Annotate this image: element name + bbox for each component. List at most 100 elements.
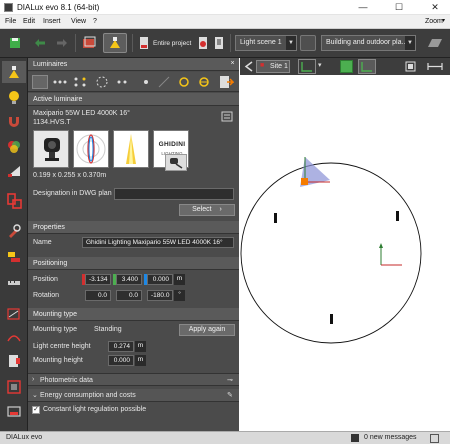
replace-luminaire-icon[interactable] (218, 75, 235, 89)
menu-view[interactable]: View (71, 18, 86, 25)
zoom-label[interactable]: Zoom (425, 18, 443, 25)
light-centre-height-input[interactable]: 0.274 (108, 341, 134, 352)
redo-icon[interactable] (53, 33, 71, 53)
ceiling-point-icon[interactable] (138, 75, 154, 89)
rotate-icon[interactable] (176, 75, 192, 89)
photometric-section[interactable]: › Photometric data ⊸ (28, 373, 239, 386)
maximize-button[interactable]: ☐ (389, 1, 409, 13)
3d-view-icon[interactable] (340, 60, 353, 73)
rotation-x-input[interactable]: 0.0 (85, 290, 111, 301)
top-view-icon[interactable] (358, 59, 376, 74)
light-view-icon[interactable] (103, 33, 127, 53)
chevron-down-icon[interactable]: ▾ (318, 61, 328, 72)
light-distribution-icon (113, 130, 149, 168)
documentation-icon[interactable] (2, 350, 26, 372)
toolbar-separator (230, 34, 231, 52)
measure-view-icon[interactable] (426, 60, 444, 73)
status-bar: DIALux evo 0 new messages (0, 431, 450, 444)
designation-input[interactable] (114, 188, 234, 200)
chevron-down-icon: ⌄ (32, 392, 38, 399)
luminaire-info-icon[interactable] (221, 111, 233, 122)
entire-project-label[interactable]: Entire project (153, 40, 191, 47)
ground-plan-view-icon[interactable] (298, 59, 316, 74)
point-arrangement-icon[interactable] (114, 75, 130, 89)
measure-icon[interactable] (2, 272, 26, 294)
brand-logo-text: GHIDINI (158, 141, 186, 148)
centre-height-unit: m (135, 341, 146, 352)
calculation-objects-icon[interactable] (2, 303, 26, 325)
polar-diagram-icon (73, 130, 109, 168)
circle-arrangement-icon[interactable] (94, 75, 110, 89)
calculate-icon[interactable] (137, 33, 151, 53)
light-scene-select[interactable]: Light scene 1 ▼ (235, 35, 297, 51)
select-button[interactable]: Select › (179, 204, 235, 216)
lamp-icon[interactable] (2, 86, 26, 108)
export-icon[interactable] (2, 401, 26, 423)
luminaire-tool-icon[interactable] (2, 61, 26, 83)
pin-icon[interactable]: ✎ (227, 391, 233, 399)
chevron-down-icon[interactable]: ▾ (442, 17, 445, 24)
rotation-y-input[interactable]: 0.0 (116, 290, 142, 301)
stop-calculation-icon[interactable] (196, 33, 210, 53)
rotation-z-input[interactable]: -180.0 (147, 290, 173, 301)
properties-header: Properties (28, 221, 239, 234)
building-select[interactable]: Building and outdoor pla... ▼ (321, 35, 416, 51)
floor-plan-icon[interactable] (425, 33, 445, 53)
magnet-icon[interactable] (2, 110, 26, 132)
mounting-height-unit: m (135, 355, 146, 366)
position-x-input[interactable]: -3.134 (85, 274, 111, 285)
toolbar-separator (132, 34, 133, 52)
main-toolbar: Entire project Light scene 1 ▼ Building … (0, 29, 450, 58)
energy-header: Energy consumption and costs (40, 392, 136, 399)
minimize-button[interactable]: — (353, 1, 373, 13)
status-app-name: DIALux evo (6, 434, 43, 441)
site-tab[interactable]: ■ Site 1 (256, 60, 290, 73)
luminaire-code: 1134.HVS.T (33, 119, 71, 126)
single-luminaire-icon[interactable] (32, 75, 48, 89)
fit-view-icon[interactable] (404, 60, 417, 73)
align-icon[interactable] (196, 75, 212, 89)
toolbar-separator (75, 34, 76, 52)
curve-icon[interactable] (2, 326, 26, 348)
mounting-type-label: Mounting type (33, 326, 77, 333)
light-scene-settings-icon[interactable] (300, 35, 316, 51)
menu-help[interactable]: ? (93, 18, 97, 25)
photometric-header: Photometric data (40, 377, 93, 384)
undo-icon[interactable] (31, 33, 49, 53)
arrange-icon[interactable] (2, 246, 26, 268)
save-icon[interactable] (6, 33, 24, 53)
notifications-icon[interactable] (430, 434, 439, 443)
luminaires-header: Luminaires (28, 58, 239, 71)
output-icon[interactable] (2, 376, 26, 398)
field-arrangement-icon[interactable] (72, 75, 88, 89)
room-view-icon[interactable] (79, 33, 99, 53)
status-messages[interactable]: 0 new messages (364, 434, 417, 441)
name-input[interactable]: Ghidini Lighting Maxipario 55W LED 4000K… (82, 237, 234, 248)
color-icon[interactable] (2, 135, 26, 157)
pin-icon[interactable]: ⊸ (227, 376, 233, 384)
layout-icon[interactable] (2, 188, 26, 214)
apply-again-button[interactable]: Apply again (179, 324, 235, 336)
wall-line-icon[interactable] (156, 75, 172, 89)
arrow-left-icon[interactable] (244, 61, 254, 72)
close-button[interactable]: ✕ (425, 1, 445, 13)
results-icon[interactable] (212, 33, 226, 53)
emergency-icon[interactable] (2, 160, 26, 182)
position-z-input[interactable]: 0.000 (147, 274, 173, 285)
menu-edit[interactable]: Edit (23, 18, 35, 25)
light-centre-height-label: Light centre height (33, 343, 91, 350)
constant-regulation-checkbox[interactable]: ✓ (32, 406, 40, 414)
menu-file[interactable]: File (5, 18, 16, 25)
mounting-height-input[interactable]: 0.000 (108, 355, 134, 366)
energy-section[interactable]: ⌄ Energy consumption and costs ✎ (28, 389, 239, 402)
select-button-label: Select (192, 206, 212, 213)
luminaire-detail-icon[interactable] (165, 154, 187, 171)
viewport-canvas[interactable] (240, 58, 450, 431)
positioning-header: Positioning (28, 257, 239, 270)
position-y-input[interactable]: 3.400 (116, 274, 142, 285)
line-arrangement-icon[interactable] (52, 75, 68, 89)
close-icon[interactable]: × (226, 58, 239, 71)
menu-insert[interactable]: Insert (43, 18, 61, 25)
left-tool-strip (0, 58, 28, 431)
tools-icon[interactable] (2, 220, 26, 242)
